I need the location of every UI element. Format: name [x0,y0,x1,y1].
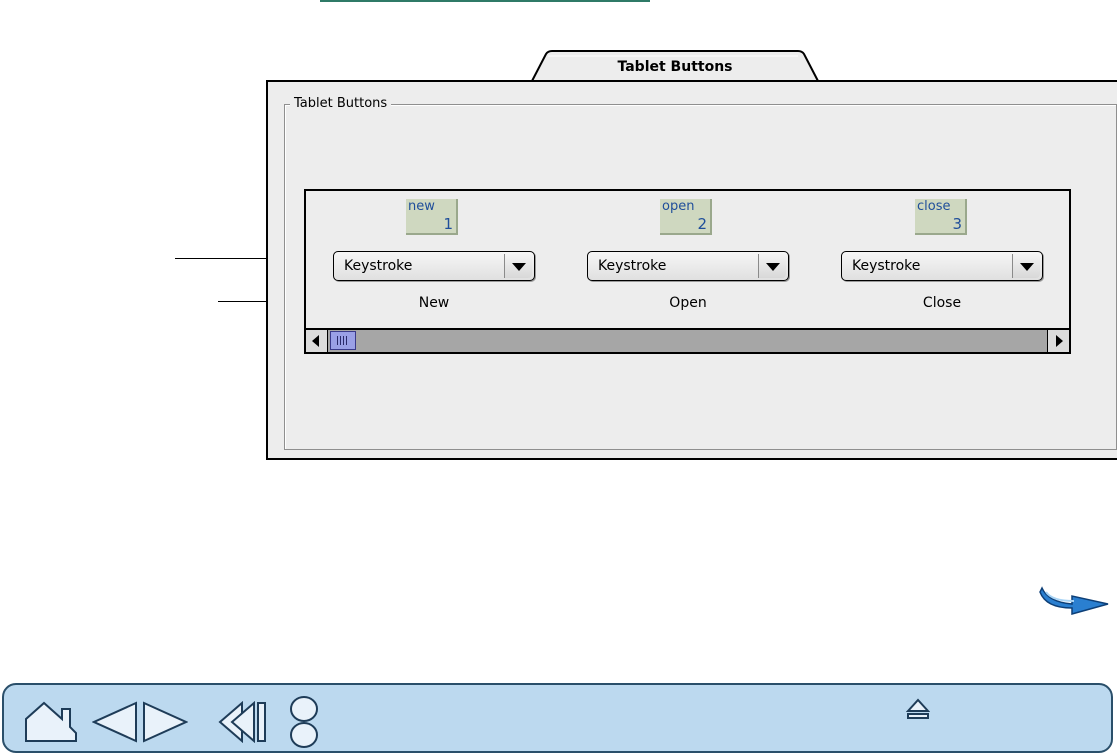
button-label-name: new [408,199,435,214]
next-page-arrow-icon[interactable] [1038,582,1112,620]
button-label-box: new 1 [406,199,458,235]
tab-title: Tablet Buttons [617,59,733,75]
button-caption: New [418,295,450,311]
chevron-down-icon[interactable] [1012,254,1040,278]
button-caption: Open [669,295,707,311]
scroll-right-icon[interactable] [1047,330,1069,352]
action-popup-value: Keystroke [344,258,413,274]
button-number: 2 [697,215,707,233]
horizontal-scrollbar[interactable] [306,328,1069,352]
button-label-box: open 2 [660,199,712,235]
action-popup[interactable]: Keystroke [333,251,535,281]
eject-icon[interactable] [905,697,931,725]
scroll-left-icon[interactable] [306,330,328,352]
button-label-name: open [662,199,695,214]
button-label-box: close 3 [915,199,967,235]
next-page-icon[interactable] [142,701,189,747]
settings-panel: Tablet Buttons new 1 Keystroke New open … [266,80,1117,460]
navigation-bar [2,683,1113,753]
button-scroll-area: new 1 Keystroke New open 2 Keystroke Ope… [304,189,1071,354]
chevron-down-icon[interactable] [504,254,532,278]
group-title: Tablet Buttons [290,96,392,111]
button-caption: Close [922,295,962,311]
action-popup-value: Keystroke [598,258,667,274]
tab-tablet-buttons[interactable]: Tablet Buttons [530,50,820,82]
scrollbar-thumb[interactable] [330,331,356,350]
chevron-down-icon[interactable] [758,254,786,278]
button-label-name: close [917,199,951,214]
button-number: 1 [443,215,453,233]
action-popup[interactable]: Keystroke [841,251,1043,281]
action-popup[interactable]: Keystroke [587,251,789,281]
index-circles-icon[interactable] [288,695,320,753]
button-number: 3 [952,215,962,233]
home-icon[interactable] [24,701,78,747]
action-popup-value: Keystroke [852,258,921,274]
previous-page-icon[interactable] [91,701,138,747]
back-history-icon[interactable] [218,700,268,747]
top-rule [320,0,650,2]
